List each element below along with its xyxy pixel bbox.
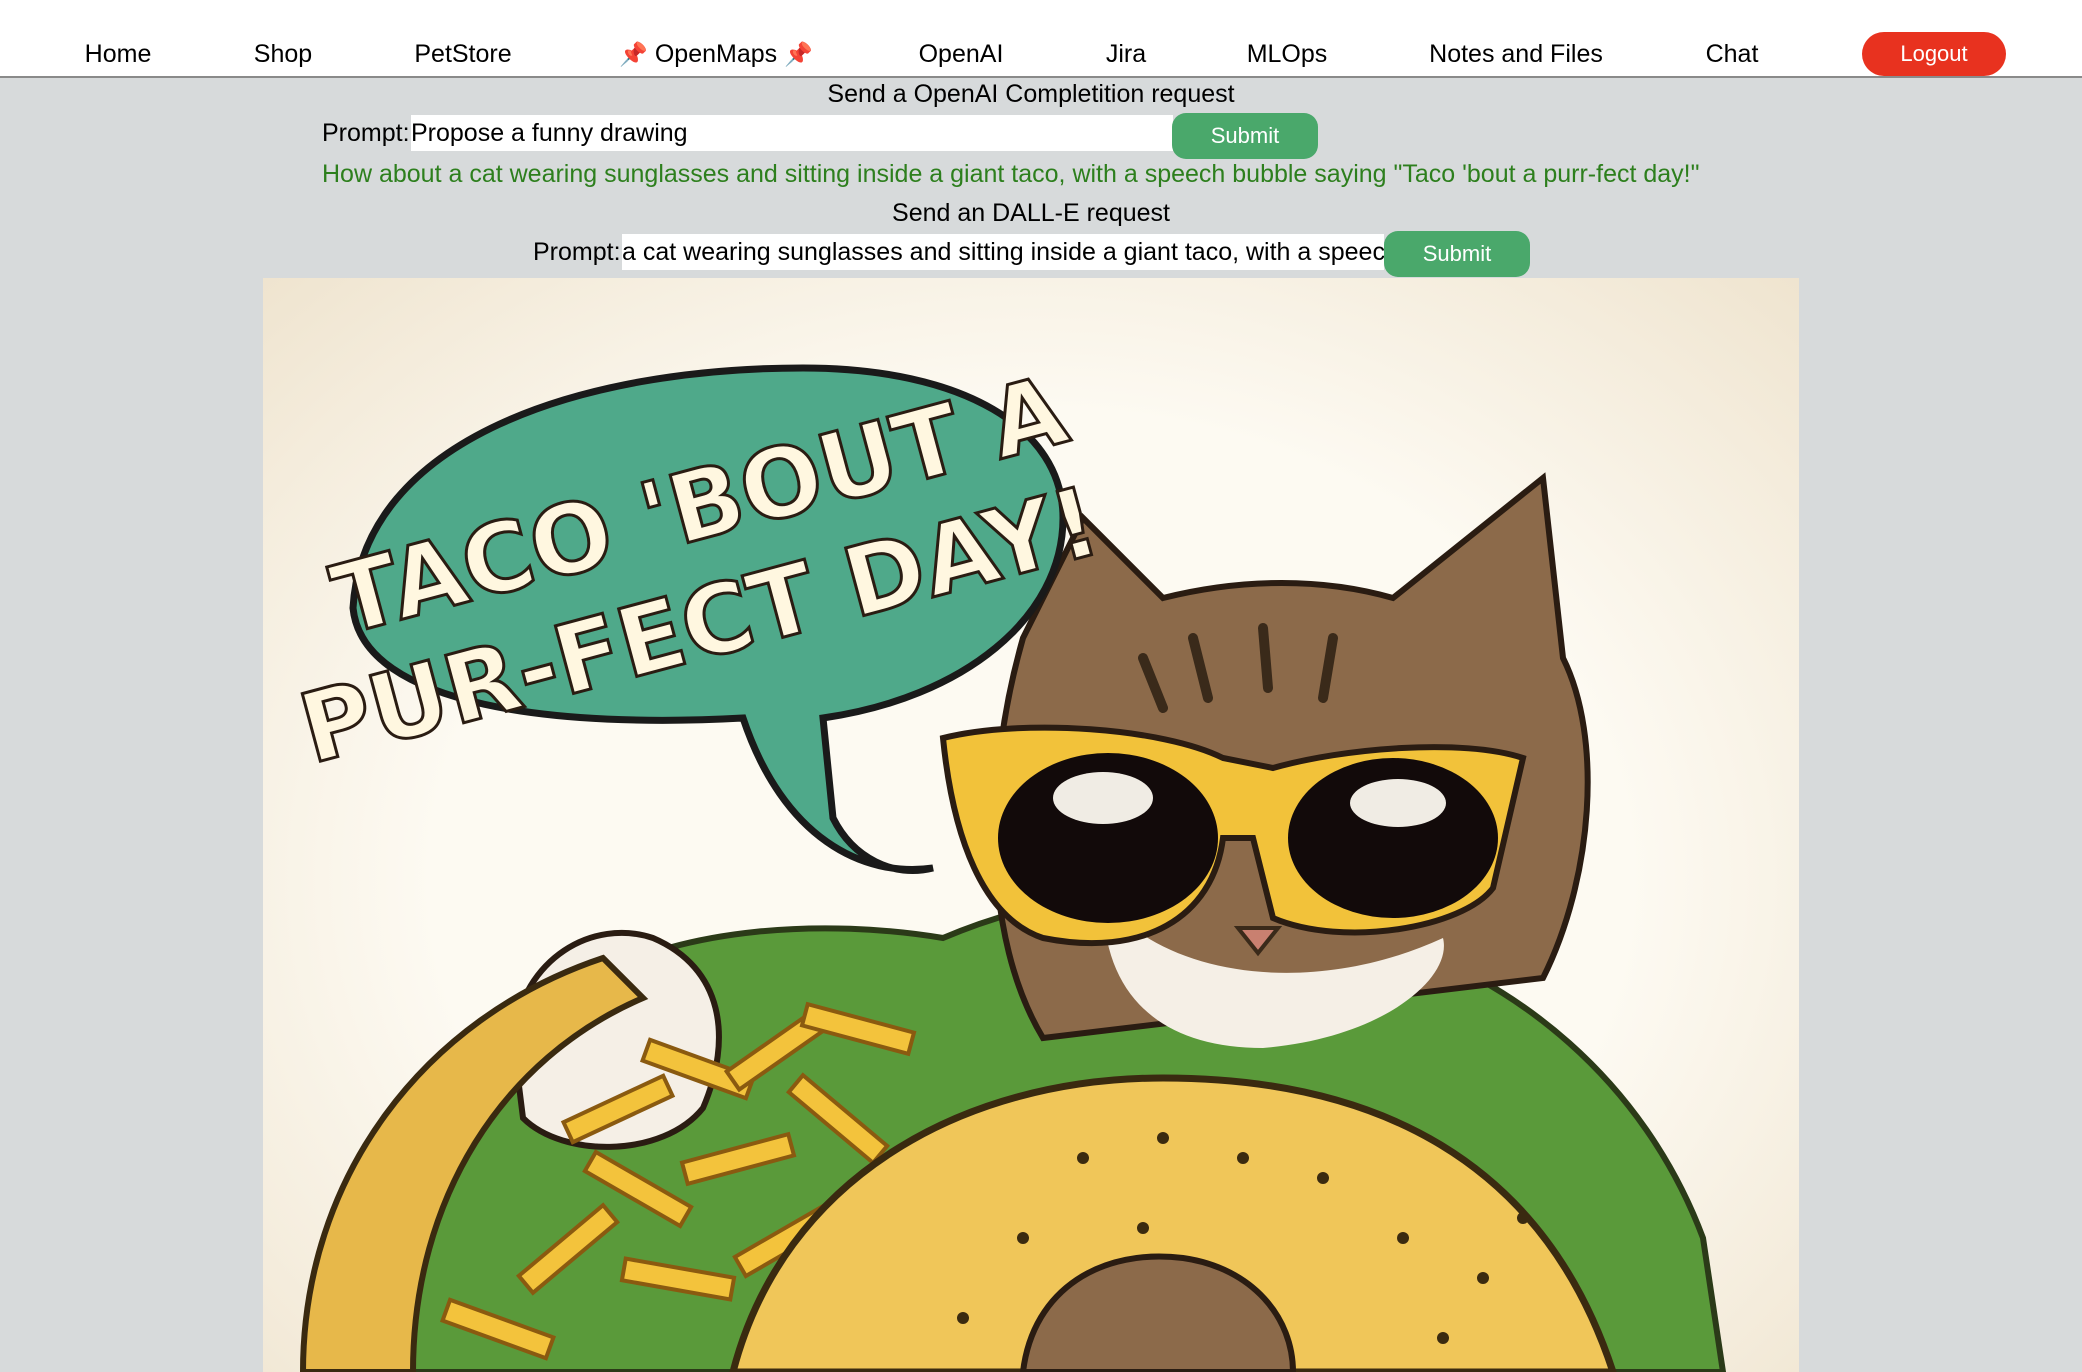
nav-openmaps[interactable]: 📌 OpenMaps 📌	[619, 34, 812, 74]
dalle-submit-button[interactable]: Submit	[1384, 231, 1530, 277]
completion-prompt-input[interactable]	[411, 115, 1173, 151]
nav-openai[interactable]: OpenAI	[919, 34, 1004, 74]
logout-button[interactable]: Logout	[1862, 32, 2006, 76]
dalle-prompt-label: Prompt:	[533, 238, 621, 266]
completion-heading: Send a OpenAI Completition request	[827, 80, 1235, 108]
completion-submit-button[interactable]: Submit	[1172, 113, 1318, 159]
nav-chat[interactable]: Chat	[1706, 34, 1759, 74]
nav-notes-and-files[interactable]: Notes and Files	[1429, 34, 1603, 74]
dalle-prompt-input[interactable]	[622, 234, 1384, 270]
generated-image: TACO 'BOUT A PUR-FECT DAY!	[263, 278, 1799, 1372]
nav-petstore[interactable]: PetStore	[414, 34, 511, 74]
completion-response-text: How about a cat wearing sunglasses and s…	[322, 160, 1700, 188]
nav-mlops[interactable]: MLOps	[1247, 34, 1328, 74]
nav-home[interactable]: Home	[85, 34, 152, 74]
completion-prompt-label: Prompt:	[322, 119, 410, 147]
nav-openmaps-label: OpenMaps	[654, 40, 778, 68]
dalle-heading: Send an DALL-E request	[892, 199, 1170, 227]
pin-icon: 📌	[784, 41, 813, 67]
nav-jira[interactable]: Jira	[1106, 34, 1146, 74]
pin-icon: 📌	[619, 41, 648, 67]
nav-shop[interactable]: Shop	[254, 34, 312, 74]
top-navbar: Home Shop PetStore 📌 OpenMaps 📌 OpenAI J…	[0, 0, 2082, 78]
